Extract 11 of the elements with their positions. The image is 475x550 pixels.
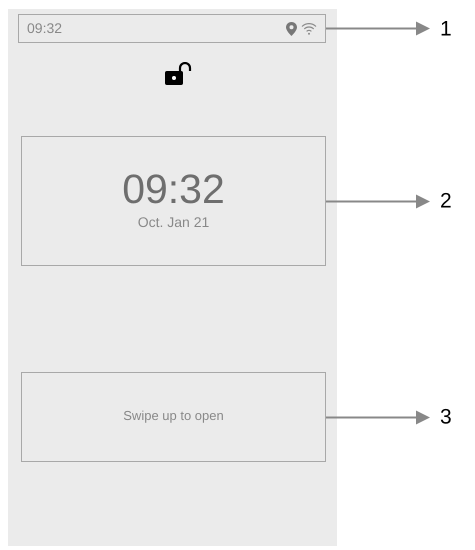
status-time: 09:32: [27, 19, 62, 38]
callout-number: 2: [440, 190, 452, 212]
clock-date: Oct. Jan 21: [138, 213, 210, 232]
clock-time: 09:32: [122, 169, 225, 210]
swipe-panel[interactable]: Swipe up to open: [21, 372, 326, 462]
callout-number: 3: [440, 406, 452, 428]
swipe-hint: Swipe up to open: [123, 409, 224, 425]
unlocked-padlock-icon: [165, 62, 192, 86]
callout-number: 1: [440, 18, 452, 39]
location-pin-icon: [286, 22, 297, 36]
wifi-icon: [301, 22, 317, 35]
